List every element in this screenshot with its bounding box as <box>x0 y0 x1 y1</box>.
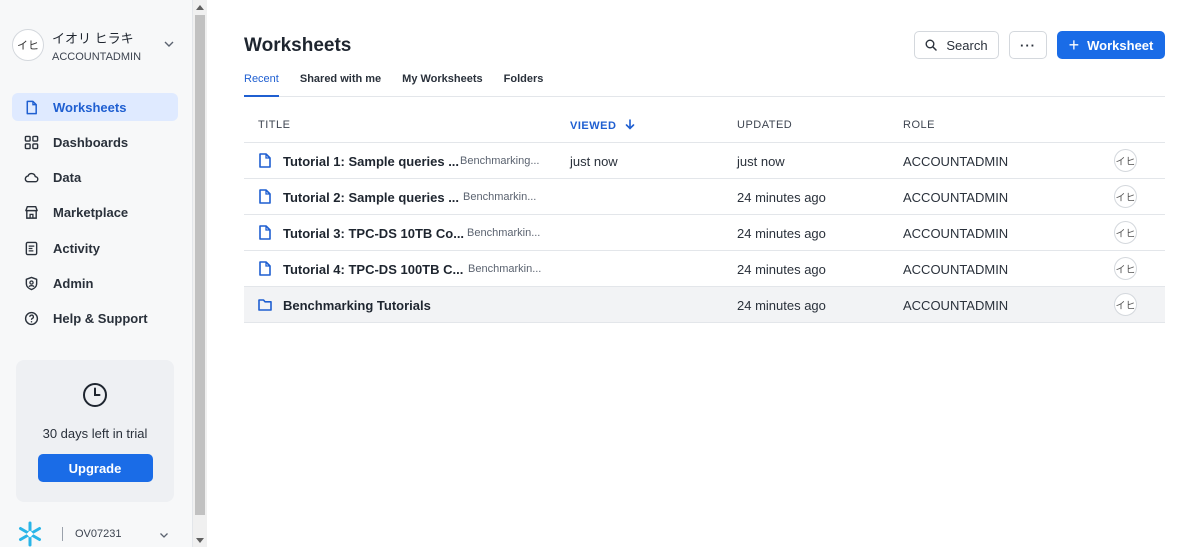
column-header-viewed-label: VIEWED <box>570 120 617 132</box>
sidebar-item-data[interactable]: Data <box>12 164 178 192</box>
toolbar: Search ··· + Worksheet <box>914 31 1165 59</box>
account-locator: OV07231 <box>75 528 122 540</box>
sidebar-item-help-support[interactable]: Help & Support <box>12 305 178 333</box>
page-title: Worksheets <box>244 35 352 56</box>
table-row[interactable]: Tutorial 3: TPC-DS 10TB Co... Benchmarki… <box>244 215 1165 251</box>
row-title: Tutorial 2: Sample queries ... <box>283 190 460 205</box>
row-title: Tutorial 3: TPC-DS 10TB Co... <box>283 226 465 241</box>
sidebar-nav: Worksheets Dashboards Data Marketplace A… <box>12 93 178 340</box>
column-header-updated[interactable]: UPDATED <box>737 119 792 131</box>
table-row[interactable]: Tutorial 1: Sample queries ... Benchmark… <box>244 143 1165 179</box>
search-button[interactable]: Search <box>914 31 999 59</box>
clock-icon <box>83 383 107 407</box>
tab-shared-with-me[interactable]: Shared with me <box>300 70 381 97</box>
row-updated: 24 minutes ago <box>737 226 826 241</box>
row-role: ACCOUNTADMIN <box>903 154 1009 169</box>
tab-recent[interactable]: Recent <box>244 70 279 97</box>
activity-icon <box>25 241 38 255</box>
row-title: Benchmarking Tutorials <box>283 298 431 313</box>
owner-avatar: イヒ <box>1114 185 1137 208</box>
sidebar-item-activity[interactable]: Activity <box>12 234 178 262</box>
column-header-title[interactable]: TITLE <box>258 119 290 131</box>
worksheet-icon <box>259 225 271 240</box>
row-role: ACCOUNTADMIN <box>903 190 1009 205</box>
chevron-down-icon[interactable] <box>158 529 170 541</box>
user-role: ACCOUNTADMIN <box>52 50 142 63</box>
row-role: ACCOUNTADMIN <box>903 226 1009 241</box>
arrow-down-icon <box>625 119 635 130</box>
sidebar: イヒ イオリ ヒラキ ACCOUNTADMIN Worksheets Dashb… <box>0 0 193 547</box>
new-worksheet-button[interactable]: + Worksheet <box>1057 31 1165 59</box>
table-row[interactable]: Benchmarking Tutorials 24 minutes ago AC… <box>244 287 1165 323</box>
worksheets-table: TITLE VIEWED UPDATED ROLE Tutorial 1: Sa… <box>244 107 1165 323</box>
sidebar-item-label: Activity <box>53 240 100 256</box>
sidebar-item-marketplace[interactable]: Marketplace <box>12 199 178 227</box>
user-name: イオリ ヒラキ <box>52 30 134 46</box>
worksheet-icon <box>259 153 271 168</box>
snowflake-logo-icon <box>19 521 41 547</box>
sidebar-item-worksheets[interactable]: Worksheets <box>12 93 178 121</box>
shield-icon <box>25 276 38 291</box>
sidebar-item-label: Admin <box>53 275 94 291</box>
worksheet-icon <box>259 261 271 276</box>
row-folder: Benchmarkin... <box>467 227 541 239</box>
owner-avatar: イヒ <box>1114 257 1137 280</box>
trial-text: 30 days left in trial <box>42 426 148 441</box>
search-icon <box>925 39 938 51</box>
sidebar-scrollbar[interactable] <box>193 0 207 547</box>
sidebar-item-label: Marketplace <box>53 205 129 221</box>
row-folder: Benchmarkin... <box>463 191 537 203</box>
owner-avatar: イヒ <box>1114 293 1137 316</box>
sidebar-item-admin[interactable]: Admin <box>12 269 178 297</box>
sidebar-item-label: Worksheets <box>53 99 127 115</box>
sidebar-item-dashboards[interactable]: Dashboards <box>12 128 178 156</box>
row-viewed: just now <box>570 154 618 169</box>
sidebar-item-label: Help & Support <box>53 311 148 327</box>
scroll-up-arrow-icon[interactable] <box>196 5 204 10</box>
row-updated: 24 minutes ago <box>737 262 826 277</box>
tab-bar: Recent Shared with me My Worksheets Fold… <box>244 70 1165 97</box>
row-updated: 24 minutes ago <box>737 190 826 205</box>
user-menu[interactable]: イヒ イオリ ヒラキ ACCOUNTADMIN <box>12 25 182 65</box>
trial-card: 30 days left in trial Upgrade <box>16 360 174 502</box>
scroll-thumb[interactable] <box>195 15 205 515</box>
tab-folders[interactable]: Folders <box>504 70 544 97</box>
help-icon <box>24 312 39 326</box>
account-footer[interactable]: OV07231 <box>16 521 176 547</box>
row-folder: Benchmarking... <box>460 155 540 167</box>
document-icon <box>26 100 37 114</box>
worksheet-icon <box>259 189 271 204</box>
plus-icon: + <box>1068 35 1080 55</box>
table-header: TITLE VIEWED UPDATED ROLE <box>244 107 1165 143</box>
upgrade-button[interactable]: Upgrade <box>37 454 153 482</box>
row-folder: Benchmarkin... <box>468 263 542 275</box>
store-icon <box>25 206 38 220</box>
divider <box>62 527 63 541</box>
cloud-icon <box>24 173 39 183</box>
row-updated: 24 minutes ago <box>737 298 826 313</box>
owner-avatar: イヒ <box>1114 221 1137 244</box>
grid-icon <box>24 135 39 150</box>
row-role: ACCOUNTADMIN <box>903 298 1009 313</box>
row-role: ACCOUNTADMIN <box>903 262 1009 277</box>
row-title: Tutorial 4: TPC-DS 100TB C... <box>283 262 464 277</box>
new-worksheet-label: Worksheet <box>1087 37 1154 53</box>
tab-my-worksheets[interactable]: My Worksheets <box>402 70 483 97</box>
sidebar-item-label: Data <box>53 170 82 186</box>
table-row[interactable]: Tutorial 4: TPC-DS 100TB C... Benchmarki… <box>244 251 1165 287</box>
column-header-role[interactable]: ROLE <box>903 119 935 131</box>
row-updated: just now <box>737 154 785 169</box>
chevron-down-icon[interactable] <box>162 37 176 51</box>
search-label: Search <box>946 37 988 53</box>
scroll-down-arrow-icon[interactable] <box>196 538 204 543</box>
table-row[interactable]: Tutorial 2: Sample queries ... Benchmark… <box>244 179 1165 215</box>
column-header-viewed[interactable]: VIEWED <box>570 119 635 132</box>
avatar: イヒ <box>12 29 44 61</box>
owner-avatar: イヒ <box>1114 149 1137 172</box>
row-title: Tutorial 1: Sample queries ... <box>283 154 460 169</box>
sidebar-item-label: Dashboards <box>53 134 129 150</box>
folder-icon <box>258 299 272 311</box>
more-options-button[interactable]: ··· <box>1009 31 1047 59</box>
